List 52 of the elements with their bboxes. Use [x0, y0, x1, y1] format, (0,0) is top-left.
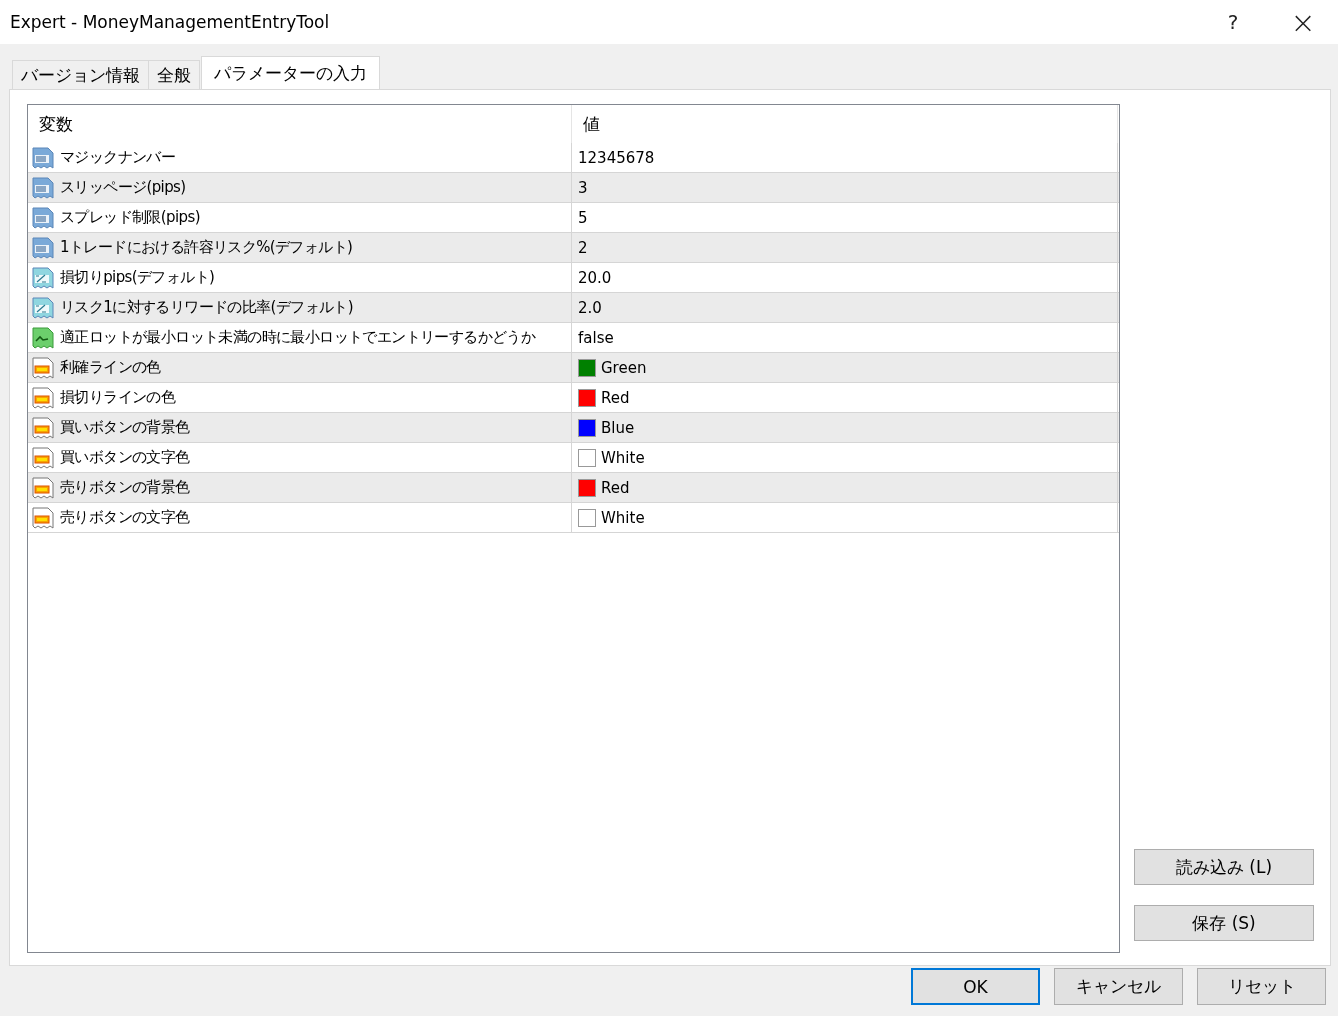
parameter-name: 売りボタンの背景色 [60, 478, 190, 497]
parameter-name: 買いボタンの背景色 [60, 418, 190, 437]
parameter-value[interactable]: 2.0 [578, 298, 602, 317]
color-type-icon [31, 445, 55, 470]
parameter-value[interactable]: White [601, 508, 645, 527]
parameter-value[interactable]: 2 [578, 238, 588, 257]
parameter-name: 損切りpips(デフォルト) [60, 268, 215, 287]
tab[interactable]: バージョン情報 [12, 60, 149, 89]
parameter-value[interactable]: 3 [578, 178, 588, 197]
parameter-value[interactable]: Green [601, 358, 647, 377]
parameter-value[interactable]: Blue [601, 418, 635, 437]
parameter-name: リスク1に対するリワードの比率(デフォルト) [60, 298, 354, 317]
parameter-value[interactable]: Red [601, 478, 630, 497]
cancel-button[interactable]: キャンセル [1054, 968, 1183, 1005]
parameter-name: スプレッド制限(pips) [60, 208, 200, 227]
parameter-name: マジックナンバー [60, 148, 176, 167]
color-type-icon [31, 475, 55, 500]
color-type-icon [31, 415, 55, 440]
help-button[interactable]: ? [1198, 0, 1268, 44]
tab[interactable]: パラメーターの入力 [201, 56, 380, 89]
parameter-value[interactable]: White [601, 448, 645, 467]
column-header[interactable]: 値 [572, 105, 1118, 143]
close-button[interactable]: × [1268, 0, 1338, 44]
save-button[interactable]: 保存 (S) [1134, 905, 1314, 941]
number-type-icon [31, 235, 55, 260]
fraction-type-icon [31, 265, 55, 290]
parameter-name: 売りボタンの文字色 [60, 508, 190, 527]
column-header[interactable]: 変数 [28, 105, 572, 143]
fraction-type-icon [31, 295, 55, 320]
parameter-name: 利確ラインの色 [60, 358, 161, 377]
parameter-name: 買いボタンの文字色 [60, 448, 190, 467]
parameter-name: 損切りラインの色 [60, 388, 176, 407]
tab[interactable]: 全般 [148, 60, 200, 89]
color-type-icon [31, 385, 55, 410]
boolean-type-icon [31, 325, 55, 350]
number-type-icon [31, 205, 55, 230]
parameter-value[interactable]: Red [601, 388, 630, 407]
parameter-name: 適正ロットが最小ロット未満の時に最小ロットでエントリーするかどうか [60, 328, 536, 347]
parameter-name: スリッページ(pips) [60, 178, 186, 197]
parameter-value[interactable]: false [578, 328, 614, 347]
window-title: Expert - MoneyManagementEntryTool [10, 12, 331, 32]
parameter-value[interactable]: 20.0 [578, 268, 612, 287]
number-type-icon [31, 175, 55, 200]
parameter-value[interactable]: 5 [578, 208, 588, 227]
color-type-icon [31, 505, 55, 530]
load-button[interactable]: 読み込み (L) [1134, 849, 1314, 885]
parameter-value[interactable]: 12345678 [578, 148, 655, 167]
color-type-icon [31, 355, 55, 380]
parameter-name: 1トレードにおける許容リスク%(デフォルト) [60, 238, 353, 257]
number-type-icon [31, 145, 55, 170]
reset-button[interactable]: リセット [1197, 968, 1326, 1005]
ok-button[interactable]: OK [911, 968, 1040, 1005]
